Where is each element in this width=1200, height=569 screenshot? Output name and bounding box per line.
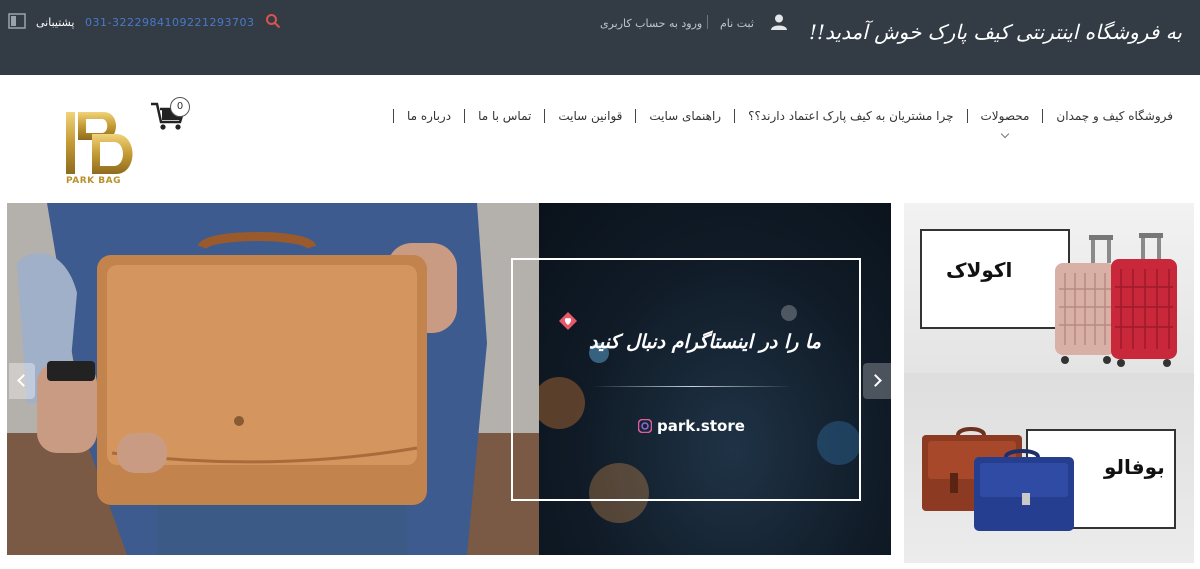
divider (707, 15, 708, 29)
banner-title-ecolac: اکولاک (946, 258, 1013, 282)
heart-icon (559, 312, 577, 330)
top-bar: به فروشگاه اینترنتی کیف پارک خوش آمدید!!… (0, 0, 1200, 75)
phone-landline[interactable]: 031-32229841 (85, 16, 172, 29)
banner-ecolac[interactable]: اکولاک (904, 203, 1194, 373)
logo-wordmark: PARK BAG (66, 176, 121, 186)
hero-bag-photo (7, 203, 539, 555)
banner-title-buffalo: بوفالو (1104, 455, 1165, 479)
phone-mobile[interactable]: 09221293703 (172, 16, 254, 29)
instagram-handle[interactable]: park.store (657, 417, 745, 435)
cart-count-badge: 0 (170, 97, 190, 117)
nav-item-store[interactable]: فروشگاه کیف و چمدان (1043, 109, 1186, 123)
user-icon[interactable] (770, 13, 788, 31)
instagram-follow-text: ما را در اینستاگرام دنبال کنید (588, 331, 821, 353)
nav-item-about[interactable]: درباره ما (394, 109, 464, 123)
welcome-message: به فروشگاه اینترنتی کیف پارک خوش آمدید!! (808, 20, 1182, 44)
hero-slider[interactable]: ما را در اینستاگرام دنبال کنید park.stor… (7, 203, 891, 555)
promo-frame (511, 258, 861, 501)
bags-image (922, 427, 1074, 531)
chevron-right-icon (869, 374, 882, 387)
login-link[interactable]: ورود به حساب کاربری (600, 17, 702, 30)
register-link[interactable]: ثبت نام (720, 17, 754, 30)
nav-item-products-label: محصولات (980, 109, 1030, 123)
chat-icon[interactable] (8, 12, 26, 30)
nav-item-rules[interactable]: قوانین سایت (545, 109, 635, 123)
nav-item-guide[interactable]: راهنمای سایت (636, 109, 734, 123)
nav-item-products[interactable]: محصولات (968, 109, 1043, 139)
nav-item-why-trust[interactable]: چرا مشتریان به کیف پارک اعتماد دارند؟؟ (735, 109, 966, 123)
banner-buffalo[interactable]: بوفالو (904, 373, 1194, 563)
chevron-left-icon (17, 374, 30, 387)
nav-item-contact[interactable]: تماس با ما (465, 109, 544, 123)
suitcase-image (1055, 233, 1177, 367)
slider-prev-button[interactable] (9, 363, 35, 399)
promo-divider (592, 386, 792, 387)
slider-next-button[interactable] (863, 363, 891, 399)
instagram-icon (638, 419, 652, 433)
search-icon[interactable] (265, 13, 281, 29)
support-link[interactable]: پشتیبانی (36, 16, 74, 29)
chevron-down-icon (1000, 129, 1010, 139)
main-nav: فروشگاه کیف و چمدان محصولات چرا مشتریان … (392, 105, 1186, 139)
